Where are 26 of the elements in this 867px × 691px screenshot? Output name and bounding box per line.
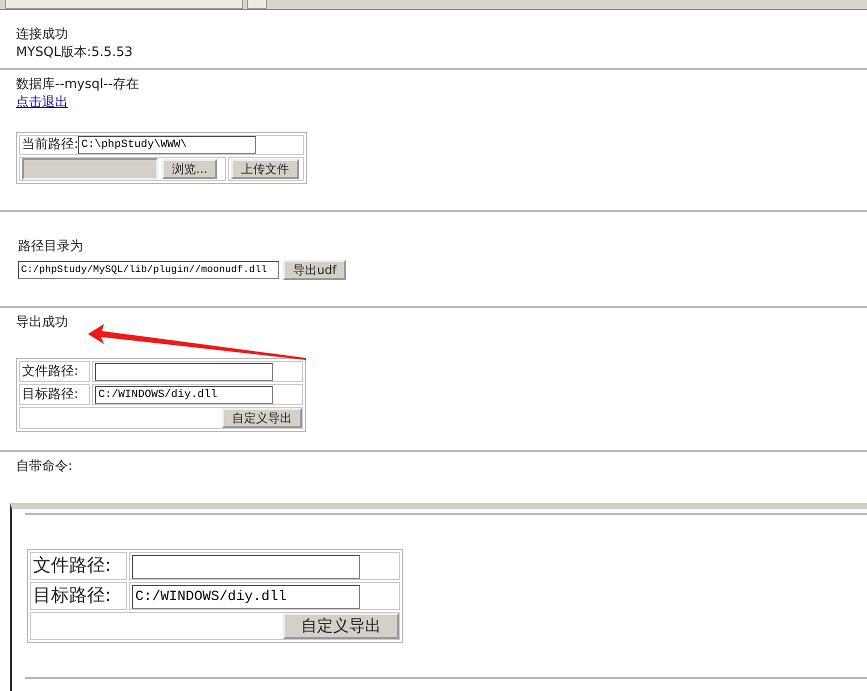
field-label: 目标路径: [19,384,90,405]
status-text: MYSQL版本:5.5.53 [16,44,134,62]
new-tab-button[interactable] [247,0,267,9]
export-udf-button[interactable]: 导出udf [283,260,346,280]
path-field[interactable]: C:/WINDOWS/diy.dll [132,585,360,609]
path-label: 当前路径: [22,136,78,154]
field-label: 文件路径: [19,361,90,382]
export-success-text: 导出成功 [16,314,69,332]
field-label: 目标路径: [30,582,128,610]
path-field[interactable]: C:\phpStudy\WWW\ [78,136,256,154]
path-field[interactable] [132,555,360,579]
path-field[interactable] [95,363,274,381]
database-status-text: 数据库--mysql--存在 [16,76,140,94]
upload-button[interactable]: 上传文件 [230,159,299,179]
field-label: 文件路径: [30,552,128,580]
udf-path-field[interactable]: C:/phpStudy/MySQL/lib/plugin//moonudf.dll [18,261,279,279]
builtin-commands-label: 自带命令: [16,458,74,476]
status-text: 连接成功 [16,26,69,44]
custom-export-button[interactable]: 自定义导出 [222,408,302,428]
browse-button[interactable]: 浏览... [162,159,218,179]
file-field[interactable] [22,158,158,180]
custom-export-button[interactable]: 自定义导出 [283,613,399,639]
directory-heading: 路径目录为 [18,238,84,256]
browser-tab[interactable] [5,0,243,9]
path-field[interactable]: C:/WINDOWS/diy.dll [95,386,274,404]
logout-link[interactable]: 点击退出 [16,95,68,110]
